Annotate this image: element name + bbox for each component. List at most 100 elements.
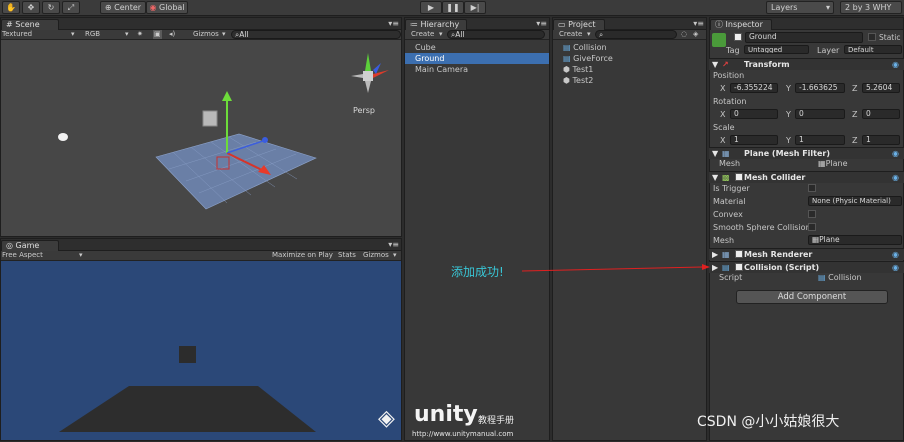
move-tool-button[interactable]: ✥: [22, 1, 40, 14]
component-menu-icon[interactable]: ◉: [892, 249, 899, 260]
mesh-label: Mesh: [719, 159, 741, 168]
project-item[interactable]: ⬢ Test2: [553, 75, 593, 86]
hierarchy-tabbar: ≔ Hierarchy ▾≡: [405, 18, 549, 30]
script-value[interactable]: ▤ Collision: [818, 273, 862, 282]
hierarchy-item-selected[interactable]: Ground: [405, 53, 549, 64]
pause-button[interactable]: ❚❚: [442, 1, 464, 14]
transform-header[interactable]: ▼ ↗ Transform ◉: [709, 58, 904, 70]
lighting-icon[interactable]: ✷: [137, 30, 143, 39]
collider-mesh-label: Mesh: [713, 236, 735, 245]
render-mode-dropdown[interactable]: RGB: [85, 30, 100, 39]
scene-orientation-gizmo[interactable]: [351, 53, 389, 93]
add-component-button[interactable]: Add Component: [736, 290, 888, 304]
scale-y-input[interactable]: 1: [795, 135, 845, 145]
tab-scene[interactable]: # Scene: [1, 19, 59, 30]
active-checkbox[interactable]: [734, 33, 742, 41]
scale-x-input[interactable]: 1: [730, 135, 778, 145]
rotation-y-input[interactable]: 0: [795, 109, 845, 119]
component-menu-icon[interactable]: ◉: [892, 262, 899, 273]
hierarchy-controlbar: Create ▾ ⌕All: [405, 30, 549, 40]
aspect-dropdown[interactable]: Free Aspect: [2, 251, 43, 260]
mesh-renderer-header[interactable]: ▶ ▦ Mesh Renderer ◉: [709, 248, 904, 260]
smooth-sphere-label: Smooth Sphere Collisior: [713, 223, 809, 232]
mesh-collider-enabled-checkbox[interactable]: [735, 173, 743, 181]
project-create-dropdown[interactable]: Create: [559, 30, 582, 39]
component-menu-icon[interactable]: ◉: [892, 172, 899, 183]
layout-dropdown[interactable]: 2 by 3 WHY: [840, 1, 902, 14]
shading-dropdown[interactable]: Textured: [2, 30, 32, 39]
collision-script-header[interactable]: ▶ ▤ Collision (Script) ◉: [709, 261, 904, 273]
stats-toggle[interactable]: Stats: [338, 251, 356, 260]
gameobject-name-input[interactable]: Ground: [745, 32, 863, 43]
tag-icon[interactable]: ◈: [693, 30, 698, 39]
mesh-filter-header[interactable]: ▼ ▦ Plane (Mesh Filter) ◉: [709, 147, 904, 159]
play-button[interactable]: ▶: [420, 1, 442, 14]
panel-menu-icon[interactable]: ▾≡: [536, 19, 547, 28]
filter-icon[interactable]: ◌: [681, 30, 687, 39]
game-viewport[interactable]: [1, 262, 401, 442]
component-menu-icon[interactable]: ◉: [892, 59, 899, 70]
space-global-button[interactable]: ◉ Global: [146, 1, 188, 14]
panel-menu-icon[interactable]: ▾≡: [388, 19, 399, 28]
scene-viewport[interactable]: Persp: [1, 41, 401, 237]
cube-object[interactable]: [202, 110, 218, 127]
tab-inspector[interactable]: ⓘ Inspector: [710, 19, 772, 30]
collision-enabled-checkbox[interactable]: [735, 263, 743, 271]
static-checkbox[interactable]: [868, 33, 876, 41]
project-item[interactable]: ▤ Collision: [553, 42, 607, 53]
pivot-center-button[interactable]: ⊕ Center: [100, 1, 146, 14]
mesh-filter-icon: ▦: [722, 149, 730, 158]
scale-tool-button[interactable]: ⤢: [62, 1, 80, 14]
hierarchy-create-dropdown[interactable]: Create: [411, 30, 434, 39]
hierarchy-item[interactable]: Main Camera: [405, 64, 549, 75]
hand-tool-button[interactable]: ✋: [2, 1, 20, 14]
rotation-z-input[interactable]: 0: [862, 109, 900, 119]
panel-menu-icon[interactable]: ▾≡: [388, 240, 399, 249]
game-gizmos-dropdown[interactable]: Gizmos: [363, 251, 389, 260]
mesh-renderer-enabled-checkbox[interactable]: [735, 250, 743, 258]
persp-label: Persp: [353, 106, 375, 115]
rotate-tool-button[interactable]: ↻: [42, 1, 60, 14]
scene-controlbar: Textured ▾ RGB ▾ ✷ ▣ ◂) Gizmos ▾ ⌕All: [1, 30, 401, 40]
tab-project[interactable]: ▭ Project: [553, 19, 605, 30]
position-y-input[interactable]: -1.663625: [795, 83, 845, 93]
panel-menu-icon[interactable]: ▾≡: [693, 19, 704, 28]
component-menu-icon[interactable]: ◉: [892, 148, 899, 159]
step-button[interactable]: ▶|: [464, 1, 486, 14]
z-label: Z: [852, 84, 858, 93]
position-z-input[interactable]: 5.2604: [862, 83, 900, 93]
material-field[interactable]: None (Physic Material): [808, 196, 902, 206]
smooth-sphere-checkbox[interactable]: [808, 223, 816, 231]
script-icon: ▤: [563, 54, 571, 63]
project-search-input[interactable]: ⌕: [595, 30, 677, 39]
is-trigger-checkbox[interactable]: [808, 184, 816, 192]
mesh-value[interactable]: ▦Plane: [818, 159, 848, 168]
audio-icon[interactable]: ◂): [169, 30, 175, 39]
position-x-input[interactable]: -6.355224: [730, 83, 778, 93]
layers-dropdown[interactable]: Layers ▾: [766, 1, 834, 14]
scale-z-input[interactable]: 1: [862, 135, 900, 145]
image-effects-icon[interactable]: ▣: [153, 30, 162, 39]
mesh-collider-header[interactable]: ▼ ▩ Mesh Collider ◉: [709, 171, 904, 183]
light-icon[interactable]: [58, 133, 68, 141]
project-item[interactable]: ▤ GiveForce: [553, 53, 613, 64]
hierarchy-item[interactable]: Cube: [405, 42, 549, 53]
hierarchy-icon: ≔: [410, 20, 418, 29]
project-item[interactable]: ⬢ Test1: [553, 64, 593, 75]
gizmos-dropdown[interactable]: Gizmos: [193, 30, 219, 39]
tag-dropdown[interactable]: Untagged: [744, 45, 809, 54]
tab-hierarchy[interactable]: ≔ Hierarchy: [405, 19, 467, 30]
rotation-x-input[interactable]: 0: [730, 109, 778, 119]
search-icon: ⌕: [599, 30, 604, 39]
ground-plane[interactable]: [155, 133, 317, 210]
collider-mesh-field[interactable]: ▦Plane: [808, 235, 902, 245]
static-label: Static: [879, 33, 901, 42]
tab-game[interactable]: ◎ Game: [1, 240, 59, 251]
convex-checkbox[interactable]: [808, 210, 816, 218]
layer-dropdown[interactable]: Default: [844, 45, 902, 54]
hand-icon: ✋: [6, 3, 16, 12]
hierarchy-search-input[interactable]: ⌕All: [447, 30, 545, 39]
scene-search-input[interactable]: ⌕All: [231, 30, 401, 39]
maximize-on-play-toggle[interactable]: Maximize on Play: [272, 251, 333, 260]
scene-tabbar: # Scene ▾≡: [1, 18, 401, 30]
